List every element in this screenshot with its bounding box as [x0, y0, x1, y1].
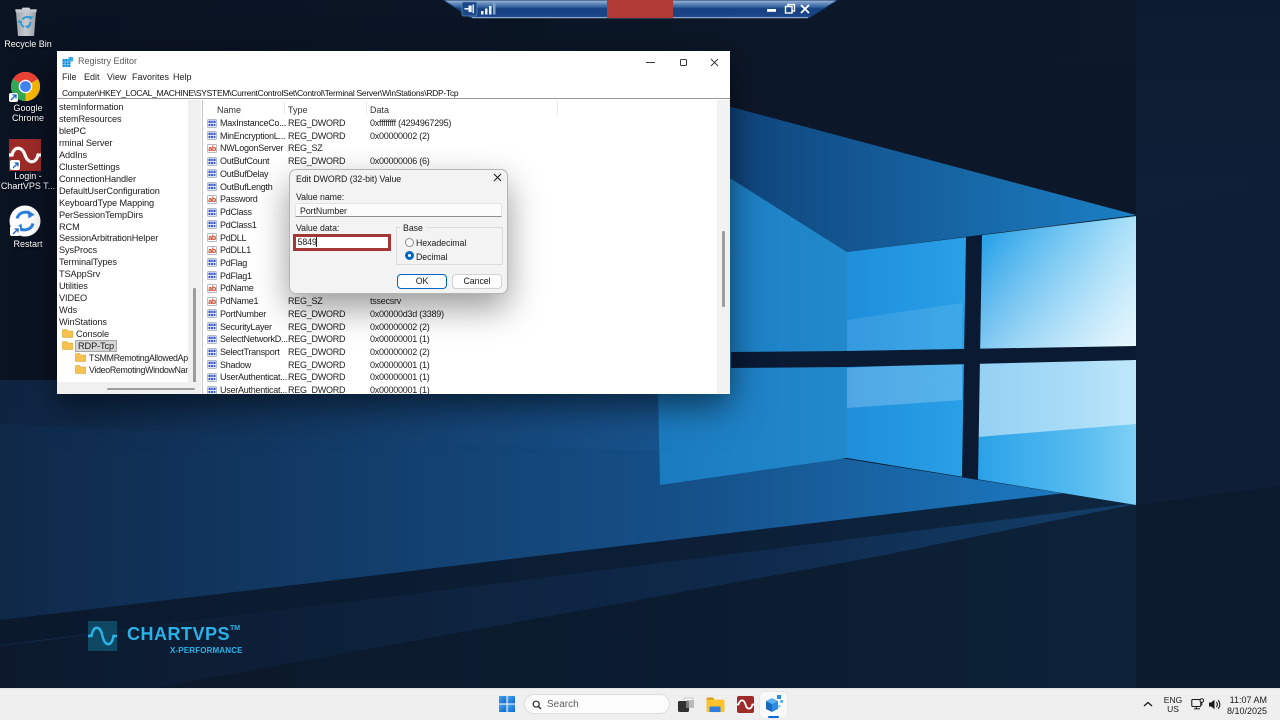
- svg-text:ab: ab: [208, 197, 216, 204]
- svg-text:ab: ab: [208, 235, 216, 242]
- svg-text:ab: ab: [208, 146, 216, 153]
- svg-text:ab: ab: [208, 247, 216, 254]
- svg-text:ab: ab: [208, 286, 216, 293]
- svg-text:ab: ab: [208, 298, 216, 305]
